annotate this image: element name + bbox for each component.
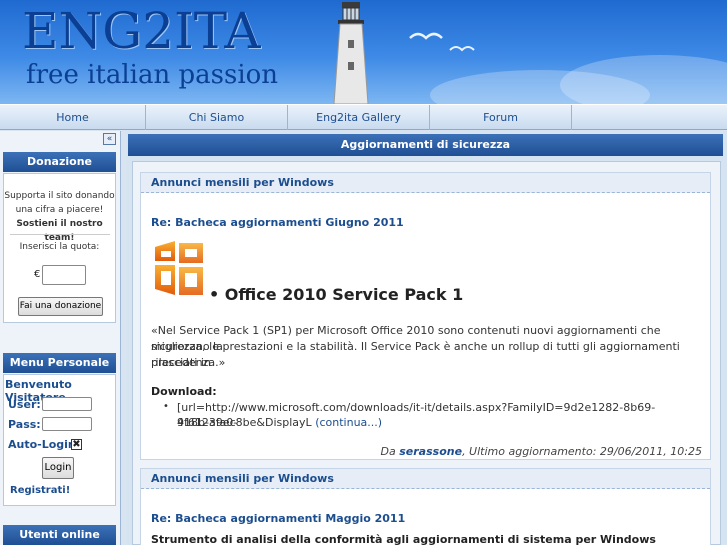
- euro-symbol: €: [34, 269, 41, 280]
- section-title: Aggiornamenti di sicurezza: [128, 134, 723, 156]
- footer-date: , Ultimo aggiornamento: 29/06/2011, 10:2…: [462, 445, 702, 458]
- site-logo-subtitle: free italian passion: [26, 60, 279, 90]
- register-link[interactable]: Registrati!: [10, 485, 70, 496]
- pass-label: Pass:: [8, 418, 41, 431]
- download-url-2: 9f61239ec8be&DisplayL (continua...): [177, 415, 382, 430]
- main-content: Aggiornamenti di sicurezza Annunci mensi…: [126, 131, 727, 545]
- personal-menu-box: Benvenuto Visitatore User: Pass: Auto-Lo…: [3, 374, 116, 506]
- bullet-icon: •: [163, 401, 169, 412]
- author-link[interactable]: serassone: [399, 445, 462, 458]
- left-sidebar: « Donazione Supporta il sito donando una…: [0, 131, 121, 545]
- download-label: Download:: [151, 385, 217, 398]
- continue-link[interactable]: (continua...): [315, 416, 382, 429]
- main-navigation: Home Chi Siamo Eng2ita Gallery Forum: [0, 104, 727, 130]
- donation-divider: [10, 234, 110, 235]
- donation-box: Supporta il sito donando una cifra a pia…: [3, 173, 116, 323]
- post-footer: Da serassone, Ultimo aggiornamento: 29/0…: [381, 445, 702, 458]
- nav-item-gallery[interactable]: Eng2ita Gallery: [288, 105, 430, 130]
- site-logo-title[interactable]: ENG2ITA: [22, 6, 260, 56]
- post-quote-3: precedenza.»: [151, 356, 226, 369]
- autologin-label: Auto-Login:: [8, 438, 81, 451]
- username-field[interactable]: [42, 397, 92, 411]
- post: Annunci mensili per Windows Re: Bacheca …: [140, 172, 711, 460]
- post-title[interactable]: Re: Bacheca aggiornamenti Giugno 2011: [151, 216, 404, 229]
- office-logo-icon: [155, 241, 203, 295]
- personal-menu-title: Menu Personale: [3, 353, 116, 373]
- birds-decoration: [409, 32, 475, 52]
- nav-item-forum[interactable]: Forum: [430, 105, 572, 130]
- nav-item-chi-siamo[interactable]: Chi Siamo: [146, 105, 288, 130]
- online-users-title: Utenti online: [3, 525, 116, 545]
- donation-box-title: Donazione: [3, 152, 116, 172]
- download-url-2-text: 9f61239ec8be&DisplayL: [177, 416, 312, 429]
- lighthouse-illustration: [333, 2, 369, 104]
- donate-button[interactable]: Fai una donazione: [18, 297, 103, 316]
- user-label: User:: [8, 398, 41, 411]
- donation-amount-label: Inserisci la quota:: [19, 242, 100, 252]
- donation-text-1: Supporta il sito donando: [4, 191, 115, 201]
- nav-item-home[interactable]: Home: [0, 105, 146, 130]
- product-title: • Office 2010 Service Pack 1: [209, 285, 464, 304]
- login-button[interactable]: Login: [42, 457, 74, 479]
- password-field[interactable]: [42, 417, 92, 431]
- footer-prefix: Da: [380, 445, 396, 458]
- collapse-sidebar-icon[interactable]: «: [103, 133, 116, 145]
- posts-container: Annunci mensili per Windows Re: Bacheca …: [132, 161, 721, 545]
- post-category[interactable]: Annunci mensili per Windows: [141, 173, 710, 193]
- autologin-checkbox[interactable]: ✖: [71, 439, 82, 450]
- site-header: ENG2ITA free italian passion: [0, 0, 727, 104]
- post-body: Strumento di analisi della conformità ag…: [151, 533, 656, 545]
- donation-text-2: una cifra a piacere!: [15, 205, 104, 215]
- post: Annunci mensili per Windows Re: Bacheca …: [140, 468, 711, 545]
- donation-amount-input[interactable]: [42, 265, 86, 285]
- post-title[interactable]: Re: Bacheca aggiornamenti Maggio 2011: [151, 512, 405, 525]
- cloud-decoration: [560, 55, 727, 104]
- post-category[interactable]: Annunci mensili per Windows: [141, 469, 710, 489]
